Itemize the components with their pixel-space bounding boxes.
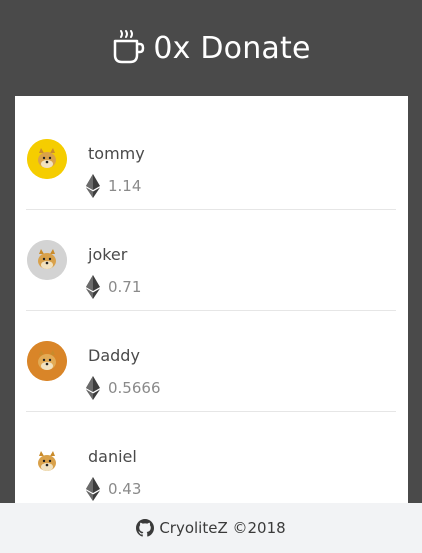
app-title: 0x Donate	[153, 30, 311, 66]
doge-avatar	[27, 240, 67, 280]
donation-list: tommy 1.14 joker 0.71 Daddy 0.5666 danie…	[15, 96, 408, 503]
doge-avatar	[27, 442, 67, 482]
doge-avatar	[27, 341, 67, 381]
donor-name: tommy	[88, 144, 145, 163]
donation-item[interactable]: daniel 0.43	[26, 411, 396, 503]
footer-credit[interactable]: CryoliteZ ©2018	[159, 519, 285, 537]
doge-icon	[27, 240, 67, 280]
eth-amount: 1.14	[108, 177, 142, 195]
donation-amount: 0.71	[86, 275, 141, 299]
eth-amount: 0.71	[108, 278, 142, 296]
donation-amount: 0.43	[86, 477, 141, 501]
doge-icon	[27, 442, 67, 482]
donation-amount: 1.14	[86, 174, 141, 198]
donation-item[interactable]: tommy 1.14	[26, 108, 396, 210]
doge-icon	[27, 341, 67, 381]
ethereum-icon	[86, 477, 100, 501]
donor-name: joker	[88, 245, 128, 264]
ethereum-icon	[86, 174, 100, 198]
donation-item[interactable]: Daddy 0.5666	[26, 310, 396, 412]
app-header: 0x Donate	[0, 0, 422, 96]
coffee-cup-icon	[114, 30, 145, 64]
donor-name: daniel	[88, 447, 137, 466]
github-icon[interactable]	[136, 519, 155, 537]
app-footer: CryoliteZ ©2018	[0, 503, 422, 553]
eth-amount: 0.43	[108, 480, 142, 498]
ethereum-icon	[86, 376, 100, 400]
ethereum-icon	[86, 275, 100, 299]
doge-avatar	[27, 139, 67, 179]
donor-name: Daddy	[88, 346, 140, 365]
doge-icon	[27, 139, 67, 179]
donation-item[interactable]: joker 0.71	[26, 209, 396, 311]
eth-amount: 0.5666	[108, 379, 161, 397]
donation-amount: 0.5666	[86, 376, 161, 400]
